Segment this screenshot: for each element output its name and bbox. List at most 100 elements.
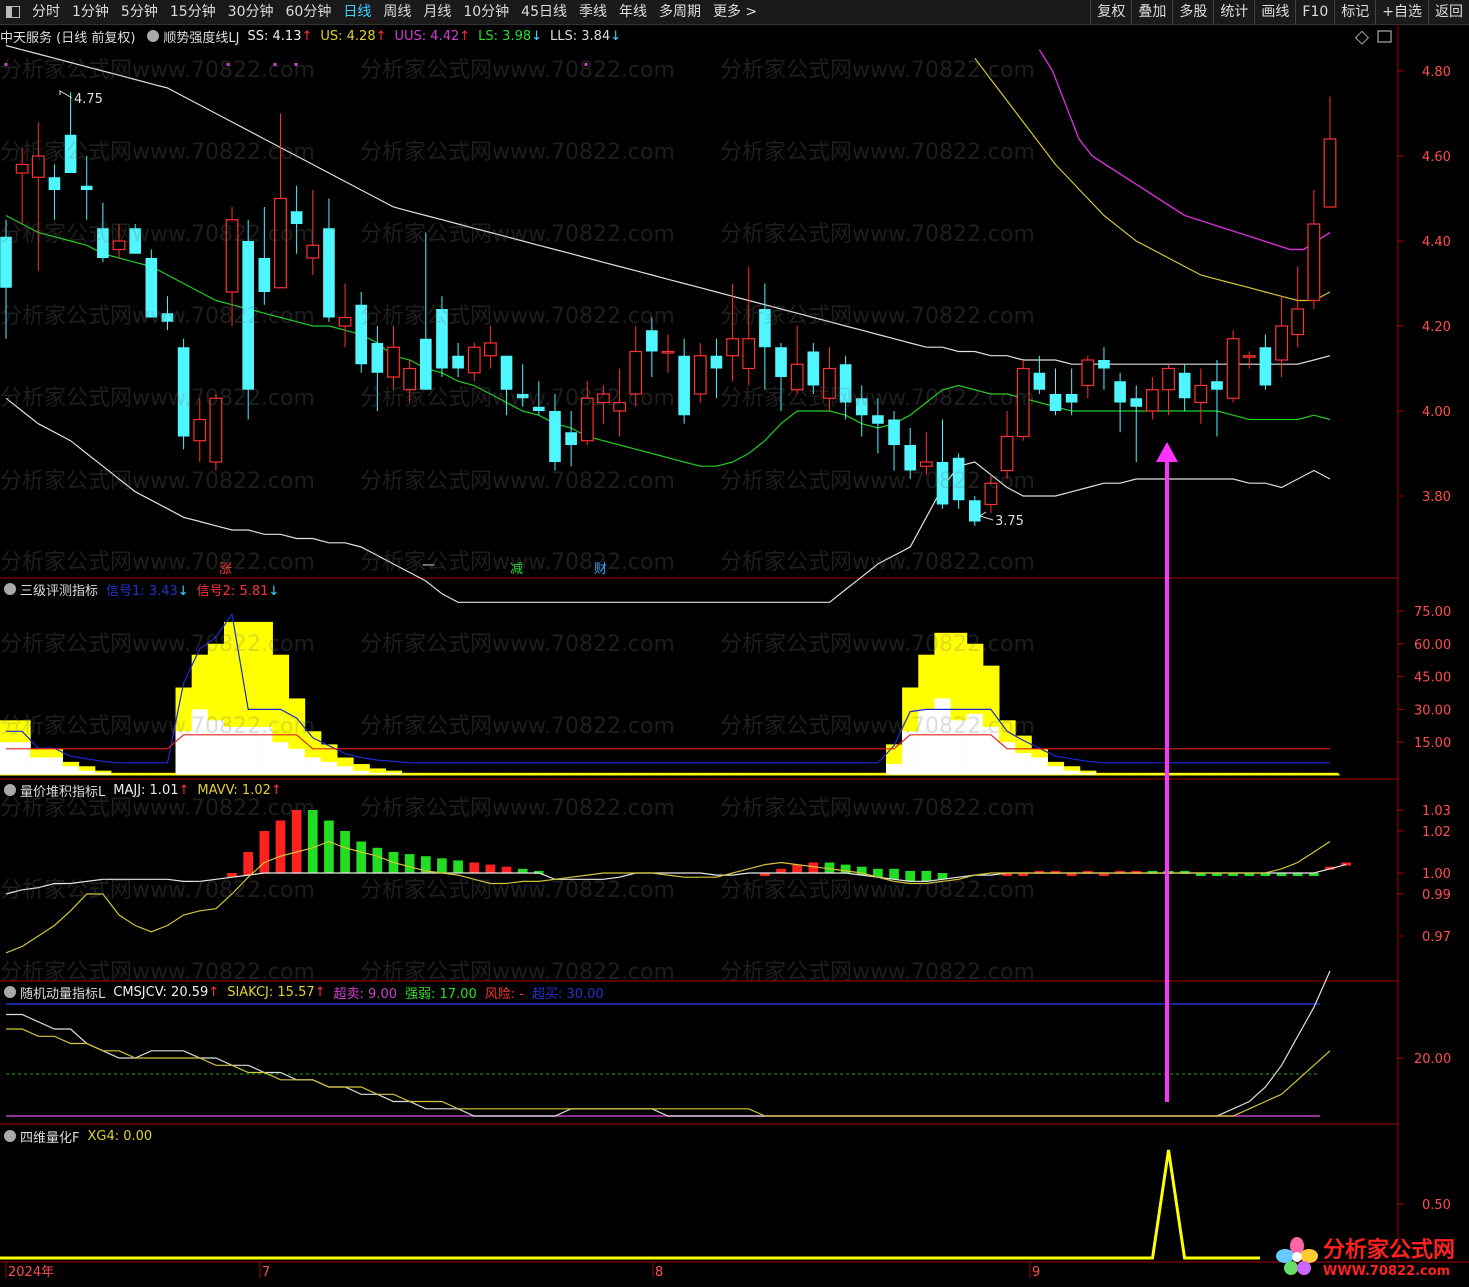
- p2-white-bar: [14, 742, 31, 775]
- candle-down: [1098, 360, 1110, 369]
- p3-volume-bar: [453, 860, 463, 873]
- candle-down: [258, 258, 271, 292]
- candle-down: [436, 309, 448, 369]
- high-label: 4.75: [74, 92, 103, 107]
- p2-tick-label: 45.00: [1414, 671, 1451, 686]
- cmsjcv-line: [6, 970, 1331, 1117]
- p2-white-bar: [1063, 770, 1081, 775]
- candle-down: [646, 330, 658, 352]
- p3-volume-bar: [340, 831, 350, 873]
- tag-reduce: 减: [510, 562, 523, 577]
- candle-up: [483, 342, 497, 357]
- p2-white-bar: [304, 757, 322, 775]
- p2-white-bar: [62, 766, 80, 775]
- candle-down: [952, 457, 965, 501]
- p2-white-bar: [46, 757, 64, 775]
- p3-volume-bar: [307, 810, 318, 873]
- candle-down: [1178, 372, 1191, 399]
- p2-white-bar: [999, 742, 1016, 775]
- price-tick-label: 4.60: [1422, 150, 1451, 165]
- p2-white-bar: [902, 731, 919, 775]
- candle-down: [872, 415, 884, 424]
- candle-up: [274, 197, 287, 289]
- p2-white-bar: [1047, 766, 1065, 775]
- candle-up: [693, 355, 707, 395]
- majj-line: [5, 864, 1347, 895]
- candle-up: [1000, 435, 1014, 472]
- p2-white-bar: [966, 713, 984, 775]
- price-tick-label: 3.80: [1422, 490, 1451, 505]
- p3-tick-label: 1.02: [1422, 825, 1451, 840]
- p2-white-bar: [337, 766, 354, 775]
- signal-arrow-head-icon: [1156, 442, 1178, 462]
- p3-volume-bar: [905, 870, 916, 882]
- low-arrow-icon: [978, 511, 994, 521]
- candle-down: [355, 304, 368, 365]
- price-tick-label: 4.00: [1422, 405, 1451, 420]
- candle-up: [613, 401, 626, 412]
- p2-white-bar: [353, 770, 370, 775]
- p3-volume-bar: [921, 870, 932, 882]
- candle-down: [807, 351, 820, 386]
- siakcj-line: [6, 1028, 1331, 1117]
- p3-volume-bar: [808, 862, 819, 873]
- p3-tick-label: 0.99: [1422, 888, 1451, 903]
- p3-volume-bar: [291, 810, 302, 873]
- candle-up: [629, 350, 643, 395]
- p2-white-bar: [240, 726, 257, 775]
- mavv-line: [5, 840, 1331, 954]
- candle-down: [419, 338, 432, 390]
- p2-white-bar: [885, 764, 903, 775]
- candle-down: [968, 500, 981, 522]
- candle-down: [839, 364, 852, 403]
- p3-volume-bar: [437, 858, 447, 873]
- p2-white-bar: [288, 748, 306, 775]
- p2-white-bar: [30, 757, 47, 775]
- p2-white-bar: [207, 720, 225, 775]
- chart-canvas[interactable]: 4.80 4.60 4.40 4.20 4.00 3.80 4.75 3.75 涨 减 财 一 75.0…: [0, 0, 1469, 1287]
- candle-down: [145, 258, 158, 318]
- p3-volume-bar: [356, 841, 367, 873]
- p3-volume-bar: [824, 862, 835, 873]
- candle-up: [1162, 367, 1175, 391]
- candle-up: [1081, 359, 1095, 387]
- p2-white-bar: [191, 709, 209, 775]
- p2-tick-label: 15.00: [1414, 736, 1451, 751]
- p3-volume-bar: [259, 831, 270, 873]
- candle-up: [15, 163, 29, 174]
- time-tick-label: 9: [1032, 1265, 1040, 1280]
- candle-down: [855, 398, 868, 416]
- p3-volume-bar: [776, 868, 786, 873]
- candle-up: [580, 397, 594, 442]
- p2-tick-label: 60.00: [1414, 638, 1451, 653]
- p2-tick-label: 30.00: [1414, 703, 1451, 718]
- candle-down: [290, 211, 303, 224]
- candle-up: [31, 155, 45, 178]
- uus-line: [1038, 49, 1331, 251]
- p2-white-bar: [0, 742, 15, 775]
- flower-logo-icon: [1271, 1236, 1323, 1276]
- tag-dash: 一: [422, 559, 435, 574]
- candle-up: [1242, 355, 1256, 358]
- site-logo: 分析家公式网 WWW.70822.com: [1271, 1232, 1455, 1279]
- candle-down: [1130, 398, 1143, 407]
- candle-down: [1033, 372, 1046, 390]
- panel-layout-icon: [1377, 30, 1392, 43]
- candle-down: [97, 228, 109, 258]
- candle-up: [1016, 367, 1030, 438]
- p3-volume-bar: [372, 847, 383, 873]
- candle-up: [225, 219, 239, 293]
- us-line: [974, 57, 1331, 302]
- p3-volume-bar: [324, 820, 334, 873]
- p2-white-bar: [1031, 757, 1048, 775]
- candle-down: [0, 236, 12, 288]
- candle-down: [161, 313, 174, 322]
- candle-up: [306, 244, 320, 259]
- candle-up: [597, 393, 610, 404]
- candle-down: [242, 241, 255, 390]
- marker-dot: [4, 63, 8, 66]
- tag-rise: 涨: [219, 562, 232, 577]
- candle-down: [129, 228, 141, 254]
- p3-volume-bar: [517, 868, 528, 873]
- tag-finance: 财: [594, 562, 607, 577]
